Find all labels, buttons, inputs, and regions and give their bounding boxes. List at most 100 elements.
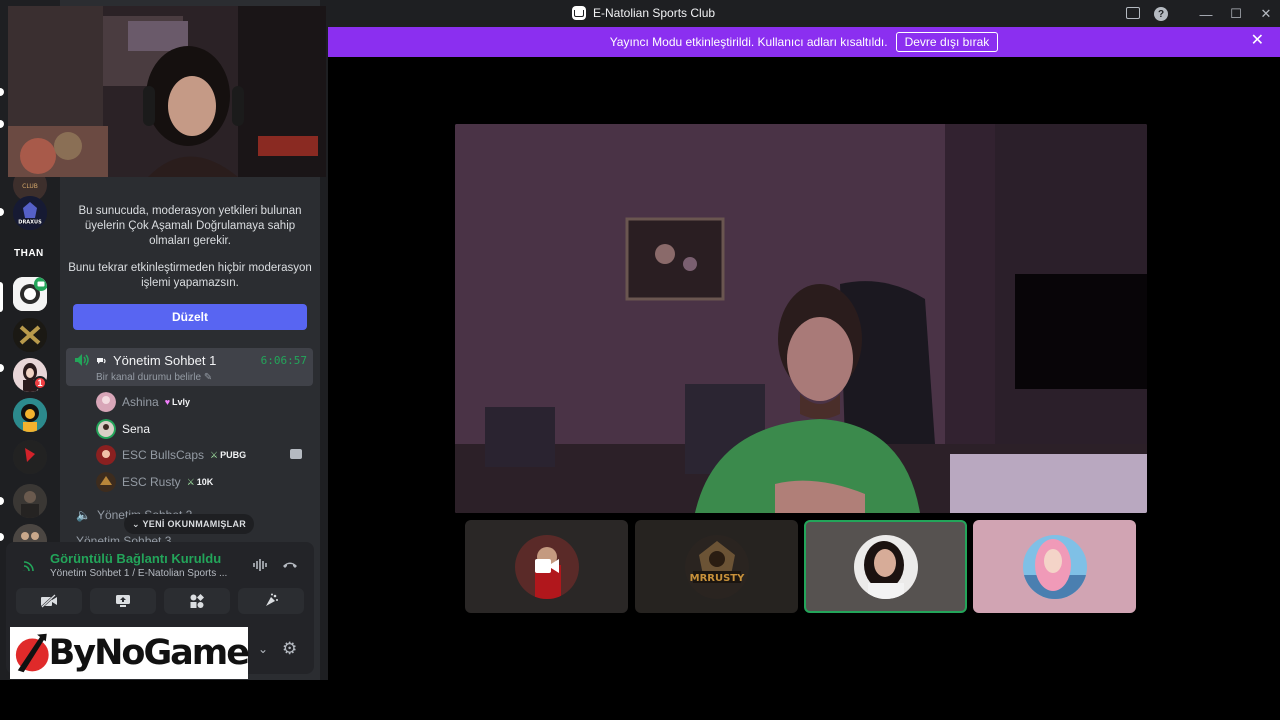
camera-icon bbox=[535, 559, 559, 573]
new-unreads-label: YENİ OKUNMAMIŞLAR bbox=[142, 519, 247, 529]
activities-button[interactable] bbox=[164, 588, 230, 614]
window-title-group: E-Natolian Sports Club bbox=[572, 6, 715, 20]
channel-status-prompt[interactable]: Bir kanal durumu belirle ✎ bbox=[96, 372, 212, 383]
voice-chat-icon bbox=[97, 358, 106, 364]
voice-member[interactable]: ESC Rusty ⚔ 10K bbox=[96, 471, 310, 493]
disconnect-icon[interactable] bbox=[282, 558, 298, 572]
server-mention-badge: 1 bbox=[33, 376, 47, 390]
server-unread-dot bbox=[0, 208, 4, 216]
server-icon-x[interactable] bbox=[13, 318, 47, 352]
voice-connection-panel: Görüntülü Bağlantı Kuruldu Yönetim Sohbe… bbox=[6, 542, 314, 622]
member-tag: ♥ Lvly bbox=[165, 397, 190, 407]
voice-channel-name: Yönetim Sohbet 1 bbox=[113, 353, 217, 368]
gear-icon[interactable]: ⚙ bbox=[282, 640, 297, 657]
voice-channel-timer: 6:06:57 bbox=[260, 354, 307, 367]
server-icon-photo[interactable] bbox=[13, 484, 47, 518]
screen-share-button[interactable] bbox=[90, 588, 156, 614]
participant-avatar bbox=[853, 534, 918, 599]
voice-member[interactable]: Sena bbox=[96, 418, 310, 440]
chevron-down-icon[interactable]: ⌄ bbox=[258, 642, 268, 656]
soundboard-button[interactable] bbox=[238, 588, 304, 614]
camera-off-button[interactable] bbox=[16, 588, 82, 614]
pencil-icon: ✎ bbox=[203, 372, 213, 383]
activities-icon bbox=[190, 594, 204, 608]
server-icon-esc[interactable] bbox=[13, 277, 47, 311]
fix-mfa-button[interactable]: Düzelt bbox=[73, 304, 307, 330]
server-title-icon bbox=[572, 6, 586, 20]
server-unread-dot bbox=[0, 120, 4, 128]
video-frame bbox=[455, 124, 1147, 513]
member-tag: ⚔ PUBG bbox=[210, 450, 246, 461]
server-icon-red[interactable] bbox=[13, 440, 47, 474]
help-icon[interactable]: ? bbox=[1154, 7, 1168, 21]
close-icon[interactable]: ✕ bbox=[1251, 33, 1264, 49]
title-bar: E-Natolian Sports Club ? — ☐ ✕ bbox=[328, 0, 1280, 27]
facecam-image bbox=[8, 6, 326, 177]
bynogame-logo-mark bbox=[15, 633, 49, 673]
participant-tile[interactable]: MRRUSTY bbox=[635, 520, 798, 613]
channel-status-text: Bir kanal durumu belirle bbox=[96, 372, 202, 383]
streamer-mode-banner: Yayıncı Modu etkinleştirildi. Kullanıcı … bbox=[328, 27, 1280, 57]
soundboard-icon bbox=[266, 593, 278, 606]
member-tag-text: Lvly bbox=[172, 397, 191, 407]
camera-off-icon bbox=[41, 594, 57, 608]
heart-icon: ♥ bbox=[164, 397, 171, 407]
participant-tile[interactable] bbox=[465, 520, 628, 613]
facecam-overlay bbox=[8, 6, 326, 177]
server-selected-indicator bbox=[0, 282, 3, 312]
participant-avatar bbox=[1022, 534, 1087, 599]
server-icon-character[interactable] bbox=[13, 398, 47, 432]
maximize-icon[interactable]: ☐ bbox=[1228, 6, 1244, 22]
member-name: ESC Rusty bbox=[122, 475, 181, 489]
video-stage: MRRUSTY bbox=[328, 57, 1280, 680]
speaker-icon bbox=[75, 354, 89, 366]
member-tag-text: 10K bbox=[196, 477, 214, 487]
svg-text:DRAXUS: DRAXUS bbox=[18, 220, 42, 226]
connection-channel-path[interactable]: Yönetim Sohbet 1 / E-Natolian Sports ... bbox=[50, 568, 227, 579]
member-tag: ⚔ 10K bbox=[187, 477, 214, 488]
streamer-mode-text: Yayıncı Modu etkinleştirildi. Kullanıcı … bbox=[609, 35, 888, 49]
sword-icon: ⚔ bbox=[210, 449, 219, 460]
avatar bbox=[96, 392, 116, 412]
speaker-muted-icon: 🔈 bbox=[76, 508, 91, 522]
voice-member[interactable]: Ashina ♥ Lvly bbox=[96, 391, 310, 413]
server-unread-dot bbox=[0, 364, 4, 372]
member-tag-text: PUBG bbox=[220, 450, 247, 460]
server-unread-dot bbox=[0, 88, 4, 96]
server-than-label[interactable]: THAN bbox=[14, 248, 44, 259]
svg-text:MRRUSTY: MRRUSTY bbox=[689, 573, 744, 584]
bynogame-logo-overlay: ByNoGame bbox=[10, 627, 250, 679]
server-unread-dot bbox=[0, 497, 4, 505]
close-window-icon[interactable]: ✕ bbox=[1258, 6, 1274, 22]
connection-status-title[interactable]: Görüntülü Bağlantı Kuruldu bbox=[50, 551, 221, 566]
voice-channel-row[interactable]: Yönetim Sohbet 1 6:06:57 Bir kanal durum… bbox=[66, 348, 313, 386]
screen-share-icon bbox=[116, 595, 130, 607]
new-unreads-pill[interactable]: ⌄ YENİ OKUNMAMIŞLAR bbox=[124, 514, 255, 534]
member-name: Sena bbox=[122, 422, 151, 436]
server-icon-draxus[interactable]: DRAXUS bbox=[13, 196, 47, 230]
noise-suppression-icon[interactable] bbox=[252, 558, 268, 572]
minimize-icon[interactable]: — bbox=[1198, 6, 1214, 22]
chevron-down-icon: ⌄ bbox=[132, 519, 140, 529]
participant-tile-speaking[interactable] bbox=[804, 520, 967, 613]
member-name: Ashina bbox=[122, 395, 159, 409]
window-title: E-Natolian Sports Club bbox=[593, 6, 716, 20]
inbox-icon[interactable] bbox=[1126, 7, 1140, 19]
disable-streamer-mode-button[interactable]: Devre dışı bırak bbox=[895, 32, 999, 52]
camera-icon bbox=[290, 449, 302, 459]
sword-icon: ⚔ bbox=[186, 476, 195, 487]
participant-tile[interactable] bbox=[973, 520, 1136, 613]
bynogame-logo-text: ByNoGame bbox=[48, 633, 250, 673]
avatar bbox=[96, 445, 116, 465]
signal-icon bbox=[22, 561, 34, 572]
voice-member[interactable]: ESC BullsCaps ⚔ PUBG bbox=[96, 444, 310, 466]
mfa-notice-secondary: Bunu tekrar etkinleştirmeden hiçbir mode… bbox=[68, 262, 312, 289]
participant-avatar-mrrusty: MRRUSTY bbox=[684, 534, 749, 599]
desktop-background bbox=[0, 680, 1280, 720]
mfa-notice: Bu sunucuda, moderasyon yetkileri buluna… bbox=[78, 205, 302, 247]
svg-text:CLUB: CLUB bbox=[22, 183, 38, 190]
member-name: ESC BullsCaps bbox=[122, 448, 205, 462]
avatar bbox=[96, 419, 116, 439]
avatar bbox=[96, 472, 116, 492]
focused-video-stream[interactable] bbox=[455, 124, 1147, 513]
